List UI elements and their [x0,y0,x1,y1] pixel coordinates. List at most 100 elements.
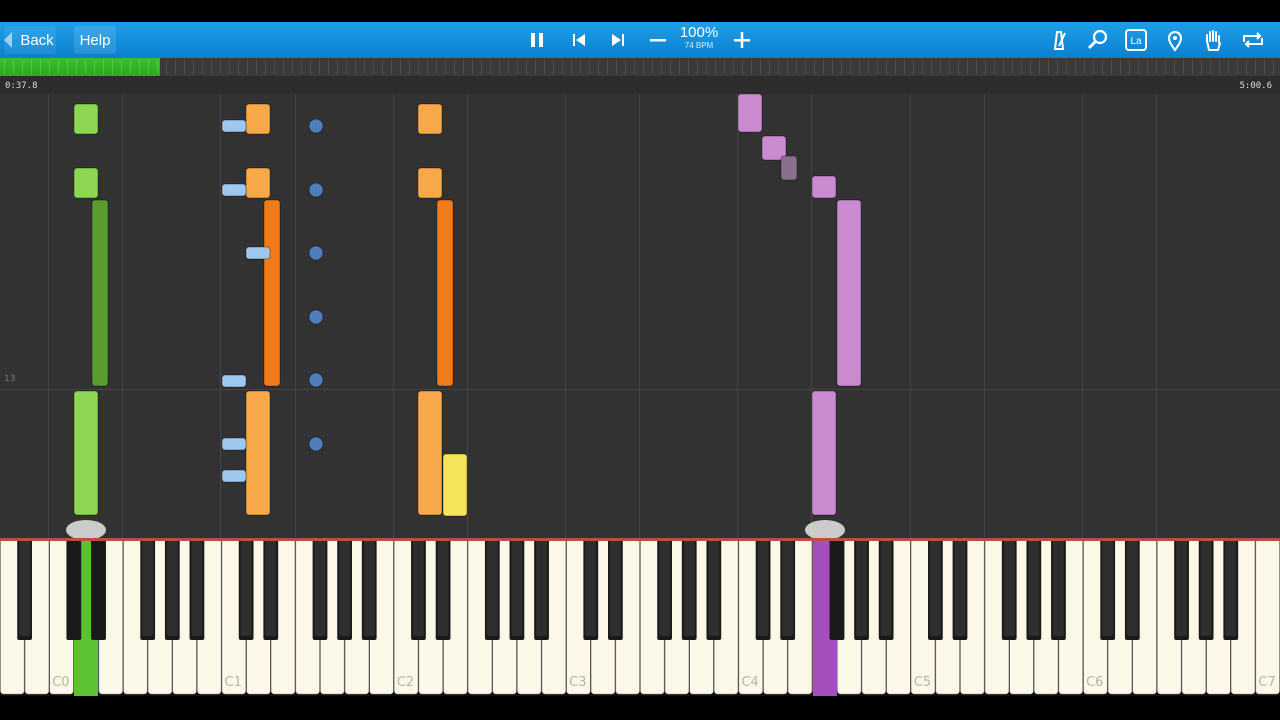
black-key-shine [1053,540,1064,636]
note [221,469,247,483]
timeline-tick [4,60,5,74]
timeline-tick [274,60,275,74]
piano-keys[interactable] [0,538,1280,696]
note [245,103,271,135]
timeline-tick [1075,60,1076,74]
hands-button[interactable] [1199,26,1227,54]
timeline-tick [715,60,716,74]
timeline-tick [382,60,383,74]
note-labels-button[interactable]: La [1122,26,1150,54]
note [308,436,324,452]
lane-line [220,94,221,538]
minus-icon [650,39,666,42]
timeline-tick [1210,60,1211,74]
timeline-tick [931,60,932,74]
black-key-shine [486,540,498,636]
timeline-tick [1084,60,1085,74]
timeline-tick [616,60,617,74]
timeline-tick [1174,60,1175,74]
timeline-tick [94,60,95,74]
timeline-tick [643,60,644,74]
timeline-tick [985,60,986,74]
timeline-tick [175,60,176,74]
timeline-tick [454,60,455,74]
timeline-tick [1183,60,1184,74]
keyboard-top-line [0,538,1280,541]
note [780,155,798,181]
back-label: Back [20,31,54,49]
song-timeline[interactable]: 0:37.8 5:00.6 [0,58,1280,94]
timeline-tick [544,60,545,74]
octave-label: C0 [52,675,70,690]
timeline-tick [832,60,833,74]
note-label-icon-text: La [1130,36,1142,47]
bookmark-button[interactable] [1161,26,1189,54]
skip-forward-icon [612,34,624,46]
lane-line [639,94,640,538]
black-key-shine [782,540,794,636]
timeline-tick [463,60,464,74]
note [308,245,324,261]
octave-label: C4 [741,675,759,690]
plus-icon [734,32,750,48]
timeline-tick [121,60,122,74]
speed-display: 100% 74 BPM [676,25,722,51]
black-key-shine [585,540,597,636]
black-key-shine [1176,540,1187,636]
loop-icon [1243,32,1263,48]
metronome-button[interactable] [1045,26,1073,54]
timeline-tick [1066,60,1067,74]
timeline-tick [418,60,419,74]
note [417,103,443,135]
timeline-tick [472,60,473,74]
next-button[interactable] [604,26,632,54]
timeline-tick [229,60,230,74]
timeline-tick [1237,60,1238,74]
timeline-tick [607,60,608,74]
timeline-tick [598,60,599,74]
black-key [829,538,845,640]
lane-line [737,94,738,538]
previous-button[interactable] [565,26,593,54]
lane-line [1082,94,1083,538]
back-button[interactable]: Back [4,26,56,54]
timeline-tick [733,60,734,74]
timeline-tick [805,60,806,74]
timeline-tick [256,60,257,74]
pause-button[interactable] [523,26,551,54]
black-key-shine [314,540,326,636]
timeline-tick [319,60,320,74]
black-key-shine [1102,540,1114,636]
slower-button[interactable] [644,26,672,54]
octave-label: C5 [913,675,932,690]
timeline-tick [355,60,356,74]
toolbar: Back Help 100% 74 BPM La [0,22,1280,58]
timeline-tick [1003,60,1004,74]
timeline-tick [895,60,896,74]
timeline-tick [535,60,536,74]
piano-keyboard[interactable]: C0 C1 C2 C3 C4 C5 C6 C7 [0,538,1280,696]
help-button[interactable]: Help [74,26,116,54]
timeline-tick [346,60,347,74]
note [836,199,862,387]
lane-line [48,94,49,538]
timeline-tick [877,60,878,74]
black-key-shine [437,540,449,636]
timeline-tick [508,60,509,74]
black-key-shine [1028,540,1040,636]
white-key [1255,538,1280,695]
note [417,167,443,199]
timeline-tick [211,60,212,74]
timeline-tick [499,60,500,74]
timeline-tick [769,60,770,74]
zoom-button[interactable] [1084,26,1112,54]
timeline-tick [1057,60,1058,74]
timeline-tick [1048,60,1049,74]
loop-button[interactable] [1239,26,1267,54]
timeline-tick [1030,60,1031,74]
faster-button[interactable] [728,26,756,54]
black-key-shine [413,540,424,636]
timeline-tick [1201,60,1202,74]
note-label-icon: La [1125,29,1147,51]
note [221,374,247,388]
